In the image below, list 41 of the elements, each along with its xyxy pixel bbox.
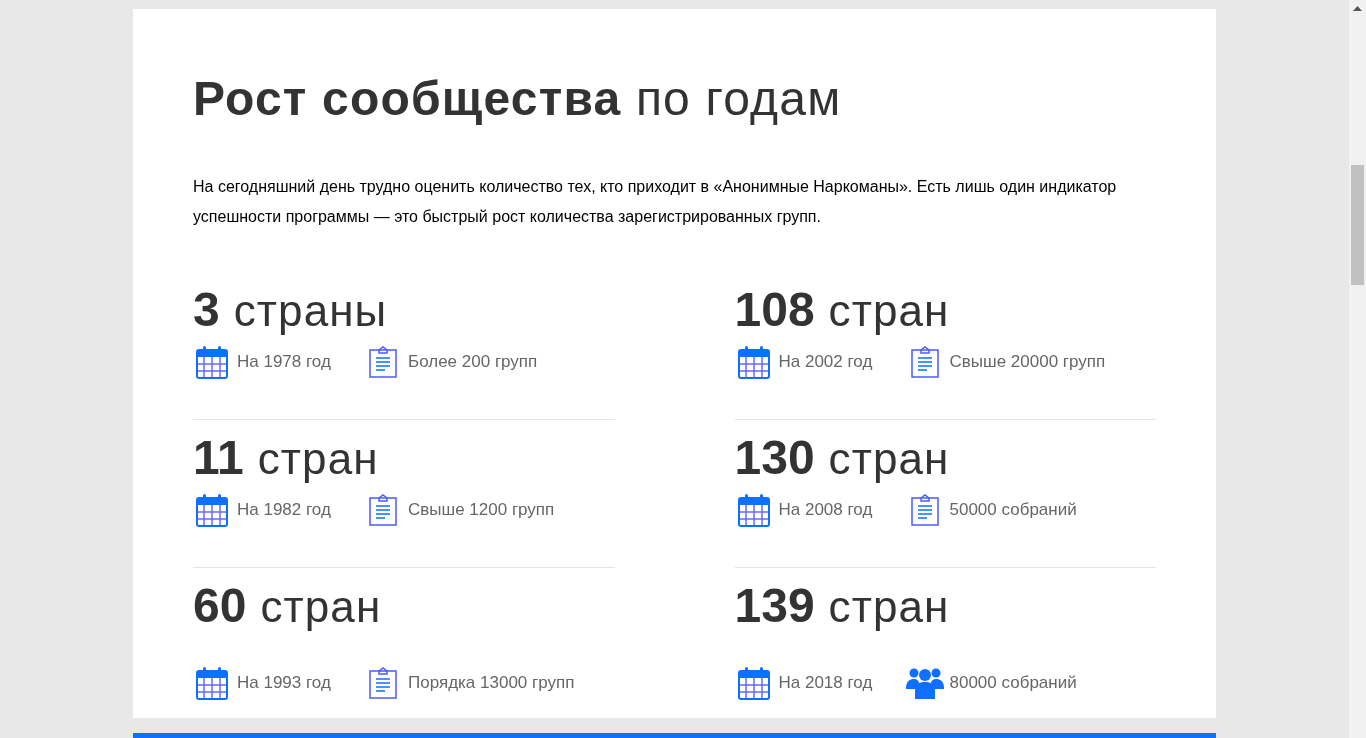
stat-fact: На 1978 год (237, 351, 331, 374)
stat-number: 139 (734, 580, 815, 632)
stat-fact: Порядка 13000 групп (408, 672, 575, 695)
stat-unit: стран (260, 581, 382, 633)
calendar-icon (737, 666, 770, 700)
calendar-icon (196, 345, 228, 379)
stat-unit: стран (257, 433, 379, 485)
stat-fact: На 2008 год (778, 499, 873, 522)
section-heading: Рост сообщества по годам (193, 71, 843, 127)
stat-fact: На 2002 год (778, 351, 873, 374)
stat-unit: стран (828, 581, 950, 633)
stat-fact: 80000 собраний (949, 672, 1077, 695)
stat-number: 60 (193, 580, 247, 632)
stat-number: 11 (193, 432, 244, 484)
stat-fact: На 1993 год (237, 672, 331, 695)
stat-number: 3 (193, 284, 220, 336)
stat-fact: На 1982 год (237, 499, 331, 522)
stat-fact: Свыше 20000 групп (949, 351, 1106, 374)
stat-unit: стран (828, 285, 950, 337)
stat-number: 108 (734, 284, 815, 336)
stat-fact: Свыше 1200 групп (408, 499, 555, 522)
calendar-icon (196, 493, 228, 527)
scrollbar[interactable] (1349, 0, 1366, 738)
clipboard-icon (369, 346, 397, 378)
calendar-icon (737, 345, 770, 379)
clipboard-icon (369, 667, 397, 699)
stat-unit: стран (828, 433, 950, 485)
stat-unit: страны (233, 285, 388, 337)
calendar-icon (196, 666, 228, 700)
clipboard-icon (369, 494, 397, 526)
calendar-icon (737, 493, 770, 527)
intro-paragraph: На сегодняшний день трудно оценить количество тех, кто приходит в «Анонимные Наркоманы». Есть лишь один индикатор успешности программы — это быстрый рост количества зарегистрированных групп. (193, 177, 1118, 227)
stat-fact: На 2018 год (778, 672, 873, 695)
clipboard-icon (910, 494, 939, 526)
stat-number: 130 (734, 432, 815, 484)
clipboard-icon (910, 346, 939, 378)
people-icon (905, 666, 944, 700)
scrollbar-thumb[interactable] (1351, 165, 1364, 285)
stat-fact: 50000 собраний (949, 499, 1077, 522)
stat-fact: Более 200 групп (408, 351, 538, 374)
scroll-up-arrow-icon[interactable] (1353, 6, 1362, 11)
